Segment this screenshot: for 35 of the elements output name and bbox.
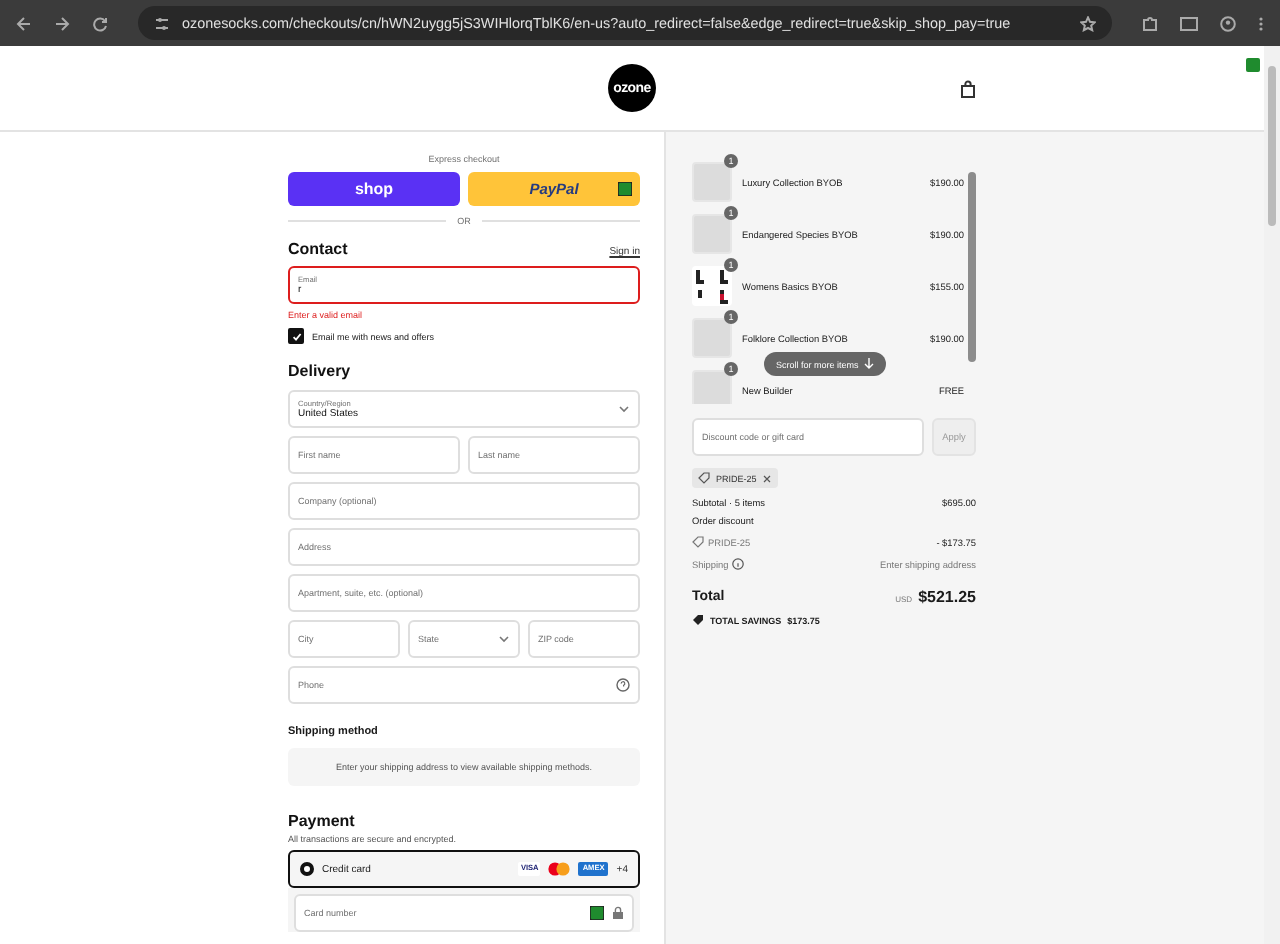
star-icon[interactable] bbox=[1080, 15, 1096, 31]
reload-icon[interactable] bbox=[92, 15, 108, 31]
more-icon[interactable] bbox=[1258, 15, 1264, 31]
profile-icon[interactable] bbox=[1220, 15, 1236, 31]
help-icon[interactable] bbox=[616, 678, 630, 692]
mastercard-logo-icon bbox=[548, 862, 571, 876]
section-heading: Contact bbox=[288, 240, 348, 258]
arrow-down-icon bbox=[864, 358, 875, 370]
image-placeholder bbox=[692, 162, 732, 202]
tag-icon bbox=[698, 472, 710, 484]
shop-pay-button[interactable]: shop bbox=[288, 172, 460, 206]
checkbox[interactable] bbox=[288, 328, 304, 344]
puzzle-icon[interactable] bbox=[1142, 15, 1158, 31]
image-placeholder bbox=[692, 318, 732, 358]
extension-square-icon bbox=[1246, 58, 1260, 72]
chevron-down-icon bbox=[618, 404, 630, 414]
chevron-down-icon bbox=[498, 634, 510, 644]
tab-search-icon[interactable] bbox=[1180, 15, 1198, 31]
tag-icon bbox=[692, 614, 704, 626]
section-heading: Delivery bbox=[288, 362, 353, 380]
page-scrollbar[interactable] bbox=[1264, 46, 1280, 944]
image-placeholder bbox=[692, 214, 732, 254]
tag-icon bbox=[692, 536, 704, 548]
image-placeholder bbox=[692, 370, 732, 404]
info-icon[interactable] bbox=[732, 558, 745, 570]
forward-icon[interactable] bbox=[54, 15, 70, 31]
lock-icon bbox=[612, 906, 624, 920]
close-icon[interactable] bbox=[762, 473, 773, 483]
radio-button[interactable] bbox=[300, 862, 314, 876]
site-settings-icon[interactable] bbox=[154, 15, 170, 31]
total-amount: $521.25 bbox=[918, 588, 976, 606]
shopping-bag-icon[interactable] bbox=[960, 80, 976, 98]
back-icon[interactable] bbox=[16, 15, 32, 31]
section-heading: Payment bbox=[288, 812, 357, 830]
socks-photo-placeholder bbox=[692, 266, 732, 306]
